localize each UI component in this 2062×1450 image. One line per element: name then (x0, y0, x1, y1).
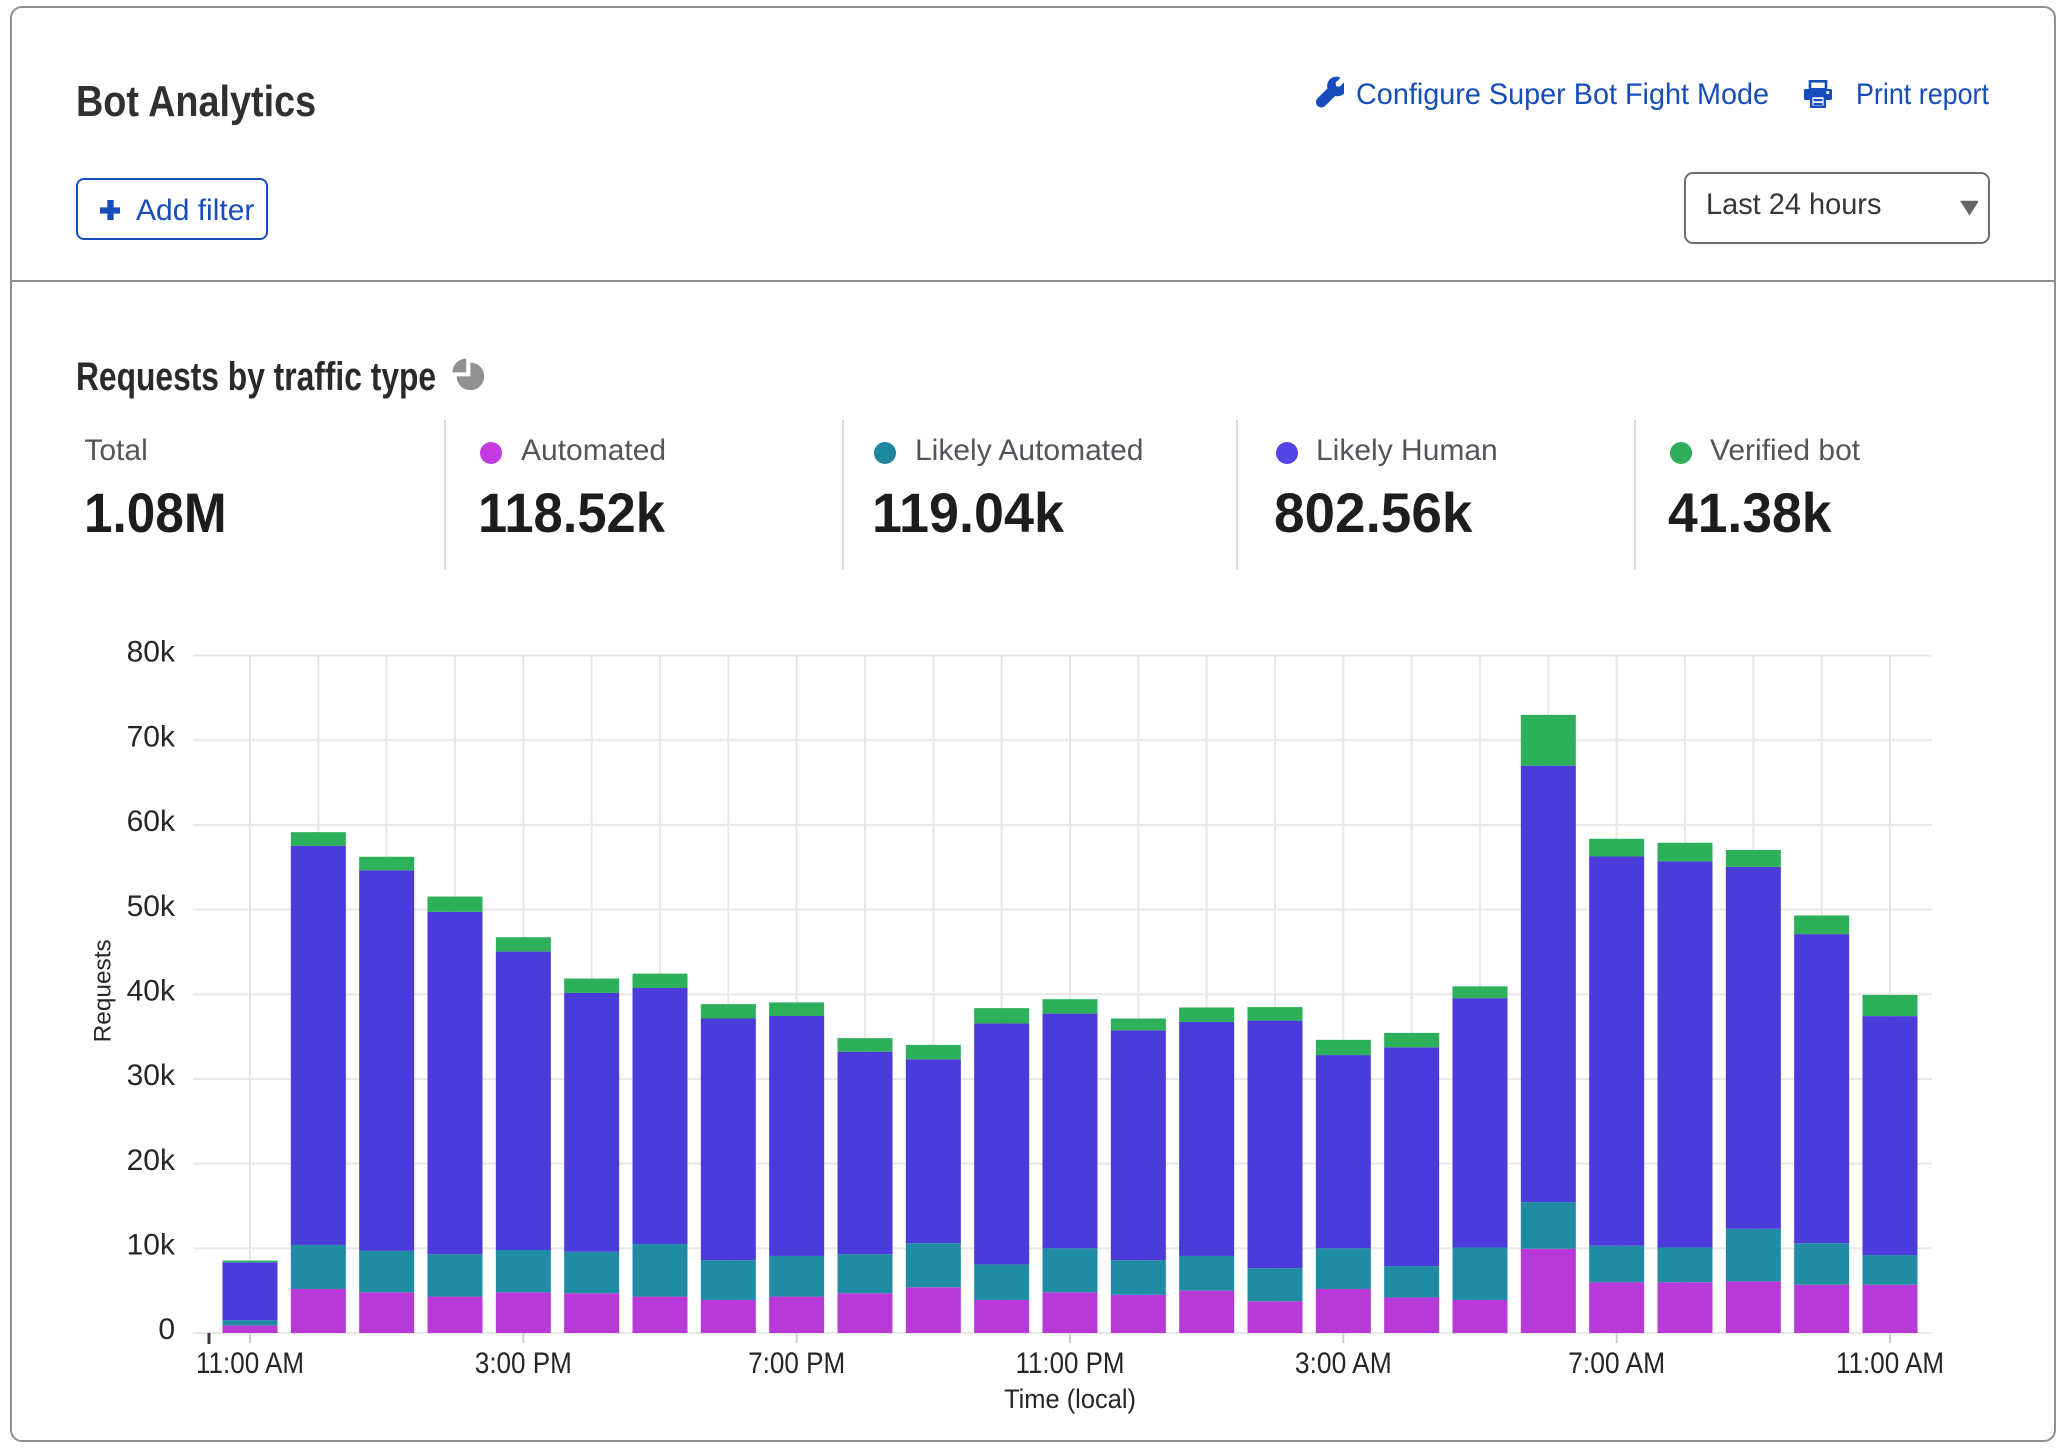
svg-text:0: 0 (158, 1313, 175, 1346)
svg-text:Time (local): Time (local) (1004, 1384, 1136, 1414)
svg-text:3:00 PM: 3:00 PM (475, 1347, 572, 1380)
svg-text:10k: 10k (127, 1229, 176, 1262)
svg-text:20k: 20k (127, 1144, 176, 1177)
svg-text:Requests: Requests (89, 939, 116, 1042)
svg-text:50k: 50k (127, 890, 176, 923)
svg-text:30k: 30k (127, 1059, 176, 1092)
svg-text:70k: 70k (127, 720, 176, 753)
svg-text:11:00 AM: 11:00 AM (196, 1347, 304, 1380)
svg-text:60k: 60k (127, 805, 176, 838)
svg-text:11:00 AM: 11:00 AM (1836, 1347, 1944, 1380)
svg-text:40k: 40k (127, 974, 176, 1007)
svg-text:11:00 PM: 11:00 PM (1016, 1347, 1125, 1380)
svg-text:80k: 80k (127, 636, 176, 669)
svg-text:7:00 AM: 7:00 AM (1568, 1347, 1665, 1380)
svg-text:7:00 PM: 7:00 PM (748, 1347, 845, 1380)
svg-text:3:00 AM: 3:00 AM (1295, 1347, 1392, 1380)
